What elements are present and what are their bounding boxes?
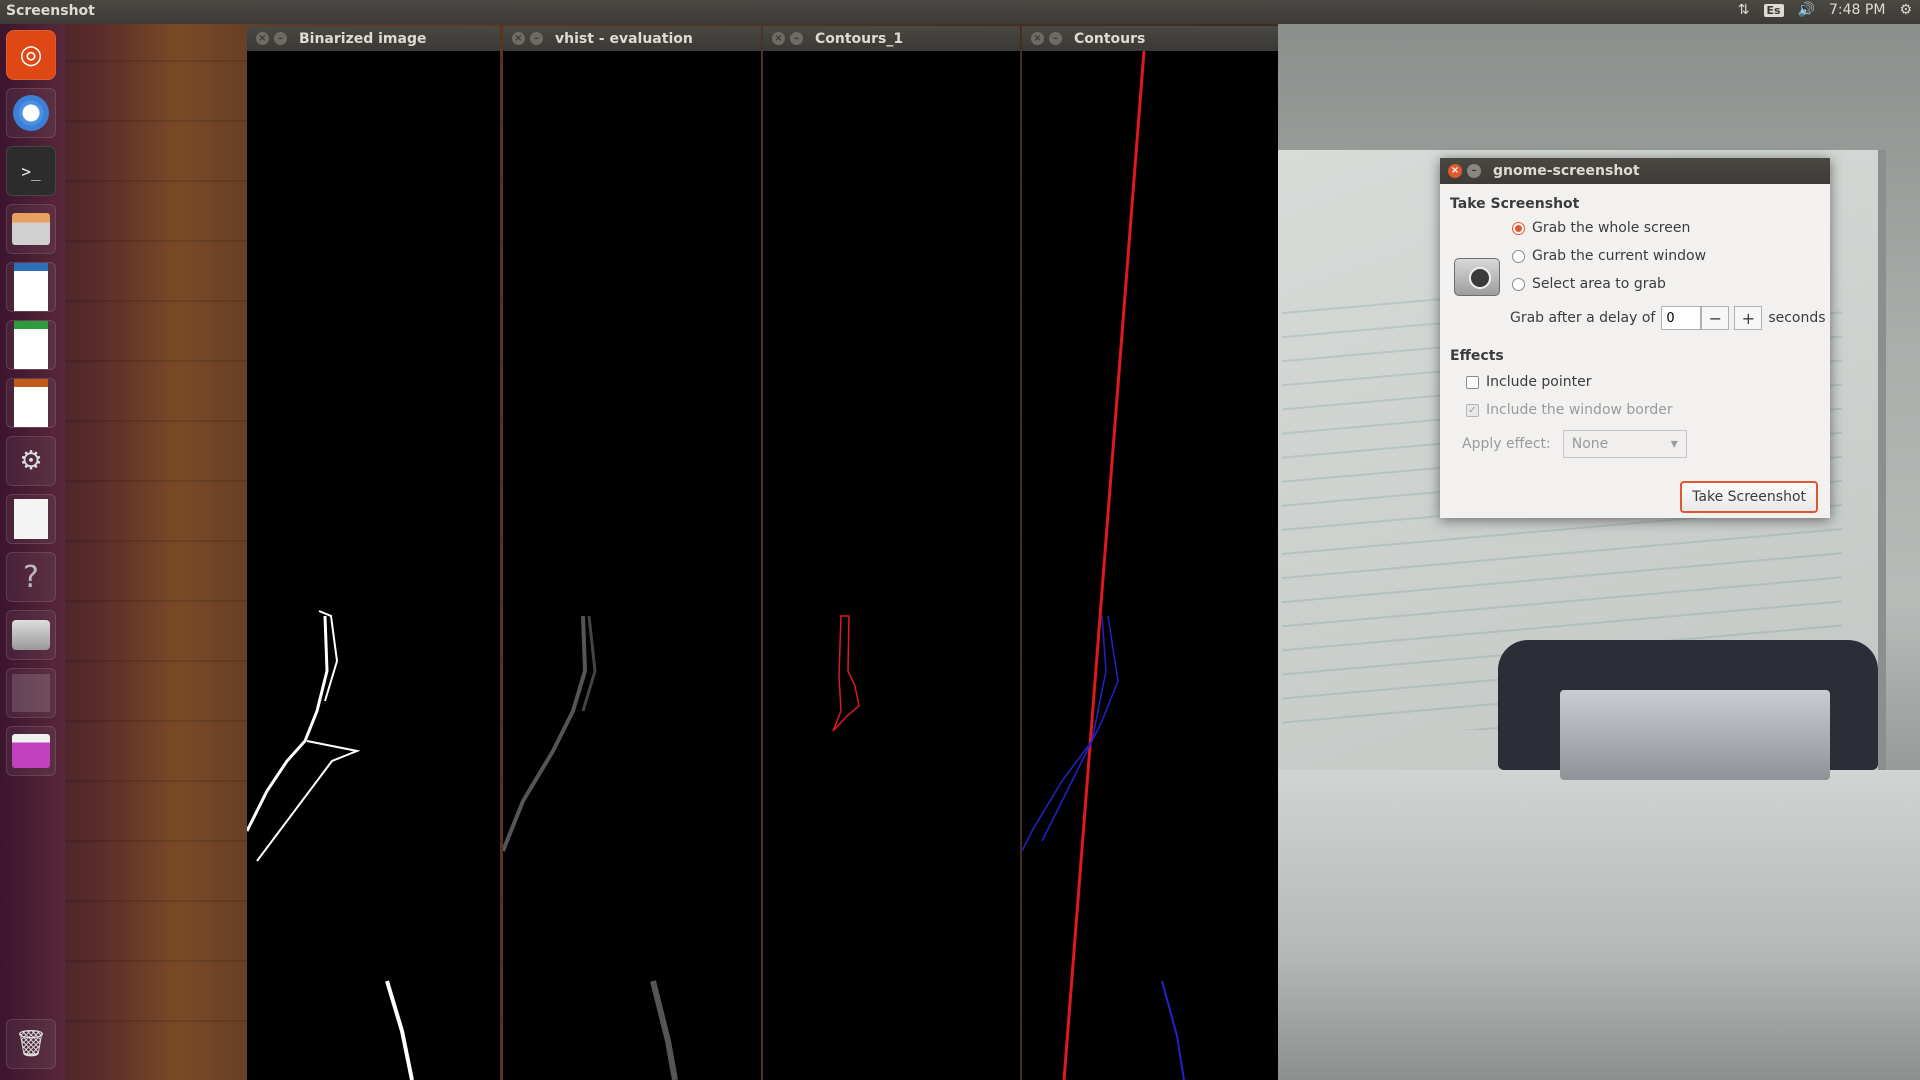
effect-value: None xyxy=(1571,436,1609,452)
option-label: Grab the current window xyxy=(1532,248,1707,264)
window-titlebar[interactable]: × – Contours_1 xyxy=(763,26,1020,51)
contours-window[interactable]: × – Contours xyxy=(1022,26,1278,1080)
option-label: Select area to grab xyxy=(1532,276,1666,292)
grab-current-window-option[interactable]: Grab the current window xyxy=(1512,248,1706,264)
window-titlebar[interactable]: × – Binarized image xyxy=(247,26,500,51)
camera-icon xyxy=(1454,258,1500,296)
system-settings-icon[interactable]: ⚙ xyxy=(6,436,56,486)
effect-dropdown: None ▾ xyxy=(1562,430,1687,458)
active-app-title: Screenshot xyxy=(6,3,95,19)
decrement-button[interactable]: − xyxy=(1701,306,1730,330)
writer-icon[interactable] xyxy=(6,262,56,312)
network-icon[interactable]: ⇅ xyxy=(1738,2,1750,18)
radio-button[interactable] xyxy=(1512,221,1525,235)
files-icon[interactable] xyxy=(6,204,56,254)
top-panel: Screenshot ⇅ Es 🔊 7:48 PM ⚙ xyxy=(0,0,1920,24)
apply-effect-row: Apply effect: None ▾ xyxy=(1462,430,1687,458)
binarized-image-window[interactable]: × – Binarized image xyxy=(247,26,500,1080)
effects-heading: Effects xyxy=(1450,348,1504,364)
delay-input[interactable] xyxy=(1661,306,1702,330)
dash-icon[interactable]: ◎ xyxy=(6,30,56,80)
trash-icon[interactable]: 🗑 xyxy=(6,1019,56,1069)
close-icon[interactable]: × xyxy=(1031,32,1044,45)
binarized-canvas xyxy=(247,610,414,1080)
window-title: Binarized image xyxy=(299,30,427,47)
take-screenshot-heading: Take Screenshot xyxy=(1450,196,1580,212)
chromium-icon[interactable] xyxy=(6,88,56,138)
workspace-switcher-icon[interactable] xyxy=(6,668,56,718)
option-label: Grab the whole screen xyxy=(1532,220,1691,236)
checkbox-label: Include pointer xyxy=(1486,374,1592,390)
window-icon[interactable] xyxy=(6,726,56,776)
dialog-titlebar[interactable]: × – gnome-screenshot xyxy=(1440,158,1830,184)
contours-canvas xyxy=(1022,51,1185,1080)
keyboard-layout-indicator[interactable]: Es xyxy=(1763,3,1784,17)
close-icon[interactable]: × xyxy=(1448,164,1462,178)
vhist-canvas xyxy=(503,615,678,1080)
window-titlebar[interactable]: × – vhist - evaluation xyxy=(503,26,761,51)
window-title: Contours xyxy=(1074,30,1146,47)
close-icon[interactable]: × xyxy=(512,32,525,45)
dialog-title: gnome-screenshot xyxy=(1493,163,1640,179)
calc-icon[interactable] xyxy=(6,320,56,370)
close-icon[interactable]: × xyxy=(772,32,785,45)
gear-icon[interactable]: ⚙ xyxy=(1899,2,1912,18)
help-icon[interactable]: ? xyxy=(6,552,56,602)
indicator-area: ⇅ Es 🔊 7:48 PM ⚙ xyxy=(1738,2,1912,18)
minimize-icon[interactable]: – xyxy=(790,32,803,45)
grab-whole-screen-option[interactable]: Grab the whole screen xyxy=(1512,220,1690,236)
increment-button[interactable]: + xyxy=(1734,306,1763,330)
select-area-option[interactable]: Select area to grab xyxy=(1512,276,1666,292)
window-titlebar[interactable]: × – Contours xyxy=(1022,26,1278,51)
screenshot-dialog: × – gnome-screenshot Take Screenshot Gra… xyxy=(1440,158,1830,518)
impress-icon[interactable] xyxy=(6,378,56,428)
terminal-icon[interactable]: >_ xyxy=(6,146,56,196)
vhist-evaluation-window[interactable]: × – vhist - evaluation xyxy=(503,26,761,1080)
contours-1-canvas xyxy=(832,615,860,732)
checkbox[interactable] xyxy=(1466,375,1479,389)
apply-effect-label: Apply effect: xyxy=(1462,436,1551,452)
window-title: vhist - evaluation xyxy=(555,30,693,47)
minimize-icon[interactable]: – xyxy=(1467,164,1481,178)
radio-button[interactable] xyxy=(1512,277,1525,291)
checkbox-label: Include the window border xyxy=(1486,402,1673,418)
screenshot-icon[interactable] xyxy=(6,610,56,660)
close-icon[interactable]: × xyxy=(256,32,269,45)
cabinet xyxy=(1278,770,1920,1080)
text-editor-icon[interactable] xyxy=(6,494,56,544)
include-border-option: ✓ Include the window border xyxy=(1466,402,1673,418)
window-title: Contours_1 xyxy=(815,30,904,47)
delay-unit: seconds xyxy=(1768,310,1826,326)
volume-icon[interactable]: 🔊 xyxy=(1798,2,1815,18)
include-pointer-option[interactable]: Include pointer xyxy=(1466,374,1592,390)
radio-button[interactable] xyxy=(1512,249,1525,263)
launcher: ◎ >_ ⚙ ? 🗑 xyxy=(0,24,65,1080)
delay-row: Grab after a delay of − + seconds xyxy=(1510,306,1826,330)
delay-label: Grab after a delay of xyxy=(1510,310,1656,326)
chevron-down-icon: ▾ xyxy=(1670,436,1678,452)
contours-1-window[interactable]: × – Contours_1 xyxy=(763,26,1020,1080)
minimize-icon[interactable]: – xyxy=(1049,32,1062,45)
minimize-icon[interactable]: – xyxy=(274,32,287,45)
printer-tray xyxy=(1560,690,1830,780)
clock[interactable]: 7:48 PM xyxy=(1829,2,1885,18)
checkbox: ✓ xyxy=(1466,403,1479,417)
minimize-icon[interactable]: – xyxy=(530,32,543,45)
take-screenshot-button[interactable]: Take Screenshot xyxy=(1680,481,1818,513)
